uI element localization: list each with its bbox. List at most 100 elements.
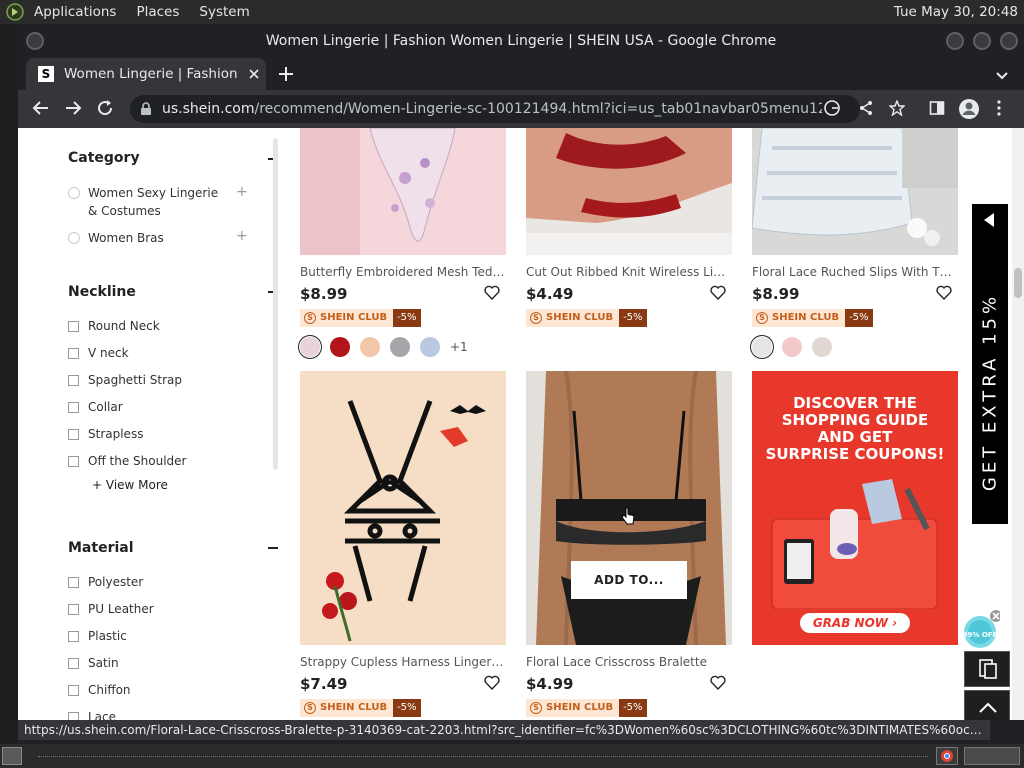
lock-icon[interactable] <box>140 102 152 116</box>
tab-search-chevron-icon[interactable] <box>994 67 1010 83</box>
clock[interactable]: Tue May 30, 20:48 <box>894 4 1018 20</box>
checkbox[interactable] <box>68 455 79 467</box>
material-option[interactable]: Chiffon <box>68 683 131 697</box>
wishlist-heart-icon[interactable] <box>484 285 500 300</box>
product-name[interactable]: Floral Lace Crisscross Bralette <box>526 655 732 669</box>
back-to-top-button[interactable] <box>964 690 1010 720</box>
back-arrow-icon[interactable] <box>32 99 50 117</box>
product-image[interactable] <box>526 128 732 255</box>
checkbox[interactable] <box>68 374 79 386</box>
radio-icon[interactable] <box>68 187 80 199</box>
checkbox[interactable] <box>68 401 79 413</box>
neckline-option[interactable]: Off the Shoulder <box>68 454 186 468</box>
new-tab-plus-icon[interactable] <box>278 66 294 82</box>
product-card[interactable]: Butterfly Embroidered Mesh Teddy Bodysui… <box>300 128 506 357</box>
show-desktop-button[interactable] <box>2 747 22 765</box>
compare-button[interactable] <box>964 651 1010 687</box>
checkbox[interactable] <box>68 657 79 669</box>
color-swatch[interactable] <box>300 337 320 357</box>
expand-plus-icon[interactable]: + <box>236 184 248 200</box>
product-name[interactable]: Butterfly Embroidered Mesh Teddy Bodysui… <box>300 265 506 279</box>
checkbox[interactable] <box>68 630 79 642</box>
color-swatch[interactable] <box>360 337 380 357</box>
neckline-option[interactable]: V neck <box>68 346 129 360</box>
applications-menu[interactable]: Applications <box>34 4 116 20</box>
tab-active[interactable]: S Women Lingerie | Fashion Women Lingeri… <box>26 58 266 90</box>
product-image[interactable] <box>300 371 506 645</box>
product-card[interactable]: ADD TO... Floral Lace Crisscross Bralett… <box>526 371 732 717</box>
scrollbar-thumb[interactable] <box>1014 268 1022 298</box>
product-name[interactable]: Cut Out Ribbed Knit Wireless Lingerie Se… <box>526 265 732 279</box>
category-option[interactable]: Women Bras <box>68 229 224 247</box>
filter-neckline-title[interactable]: Neckline <box>68 284 136 300</box>
product-image[interactable] <box>300 128 506 255</box>
address-bar[interactable]: us.shein.com/recommend/Women-Lingerie-sc… <box>130 95 860 123</box>
side-panel-icon[interactable] <box>929 100 945 116</box>
material-option[interactable]: Lace <box>68 710 116 720</box>
chrome-taskbar-icon[interactable] <box>936 747 958 765</box>
checkbox[interactable] <box>68 428 79 440</box>
wishlist-heart-icon[interactable] <box>710 675 726 690</box>
material-option[interactable]: Polyester <box>68 575 143 589</box>
checkbox[interactable] <box>68 684 79 696</box>
workspace-switcher[interactable] <box>964 747 1020 765</box>
forward-arrow-icon[interactable] <box>64 99 82 117</box>
checkbox[interactable] <box>68 320 79 332</box>
product-name[interactable]: Floral Lace Ruched Slips With Thong <box>752 265 958 279</box>
close-window-button[interactable] <box>1000 32 1018 50</box>
material-option[interactable]: Satin <box>68 656 119 670</box>
profile-avatar-icon[interactable] <box>958 98 980 120</box>
checkbox[interactable] <box>68 711 79 720</box>
page-scrollbar[interactable] <box>1012 128 1024 720</box>
filter-material-title[interactable]: Material <box>68 540 134 556</box>
window-menu-button[interactable] <box>26 32 44 50</box>
color-swatch[interactable] <box>782 337 802 357</box>
checkbox[interactable] <box>68 347 79 359</box>
shopping-guide-promo-banner[interactable]: DISCOVER THE SHOPPING GUIDE AND GET SURP… <box>752 371 958 645</box>
neckline-option[interactable]: Round Neck <box>68 319 160 333</box>
sidebar-scrollbar[interactable] <box>273 138 278 470</box>
get-extra-side-tab[interactable]: GET EXTRA 15% <box>972 204 1008 524</box>
filter-material-collapse-icon[interactable] <box>268 547 278 549</box>
color-swatch[interactable] <box>812 337 832 357</box>
wishlist-heart-icon[interactable] <box>484 675 500 690</box>
google-lens-icon[interactable] <box>824 100 840 116</box>
color-swatch[interactable] <box>420 337 440 357</box>
radio-icon[interactable] <box>68 232 80 244</box>
product-card[interactable]: Floral Lace Ruched Slips With Thong $8.9… <box>752 128 958 357</box>
neckline-option[interactable]: Strapless <box>68 427 143 441</box>
neckline-option[interactable]: Collar <box>68 400 123 414</box>
material-option[interactable]: PU Leather <box>68 602 154 616</box>
system-menu[interactable]: System <box>199 4 249 20</box>
reload-icon[interactable] <box>96 99 114 117</box>
material-option[interactable]: Plastic <box>68 629 127 643</box>
more-colors[interactable]: +1 <box>450 340 468 354</box>
kebab-menu-icon[interactable] <box>996 100 1002 116</box>
applications-logo-icon[interactable] <box>6 3 24 21</box>
checkbox[interactable] <box>68 576 79 588</box>
view-more-link[interactable]: + View More <box>92 478 168 492</box>
minimize-button[interactable] <box>946 32 964 50</box>
wishlist-heart-icon[interactable] <box>710 285 726 300</box>
maximize-button[interactable] <box>973 32 991 50</box>
color-swatch[interactable] <box>330 337 350 357</box>
expand-arrow-icon[interactable] <box>984 213 994 227</box>
color-swatch[interactable] <box>752 337 772 357</box>
category-option[interactable]: Women Sexy Lingerie & Costumes <box>68 184 224 220</box>
gift-badge-icon[interactable]: 99% OFF <box>960 610 1000 652</box>
color-swatch[interactable] <box>390 337 410 357</box>
checkbox[interactable] <box>68 603 79 615</box>
neckline-option[interactable]: Spaghetti Strap <box>68 373 182 387</box>
places-menu[interactable]: Places <box>136 4 179 20</box>
grab-now-button[interactable]: GRAB NOW › <box>800 613 910 633</box>
url-text[interactable]: us.shein.com/recommend/Women-Lingerie-sc… <box>162 101 822 117</box>
product-card[interactable]: Cut Out Ribbed Knit Wireless Lingerie Se… <box>526 128 732 327</box>
share-icon[interactable] <box>858 100 874 116</box>
tab-close-icon[interactable] <box>248 68 260 80</box>
product-card[interactable]: Strappy Cupless Harness Lingerie Set $7.… <box>300 371 506 717</box>
filter-category-title[interactable]: Category <box>68 150 140 166</box>
product-image[interactable] <box>752 128 958 255</box>
product-name[interactable]: Strappy Cupless Harness Lingerie Set <box>300 655 506 669</box>
add-to-bag-button[interactable]: ADD TO... <box>571 561 687 599</box>
expand-plus-icon[interactable]: + <box>236 228 248 244</box>
